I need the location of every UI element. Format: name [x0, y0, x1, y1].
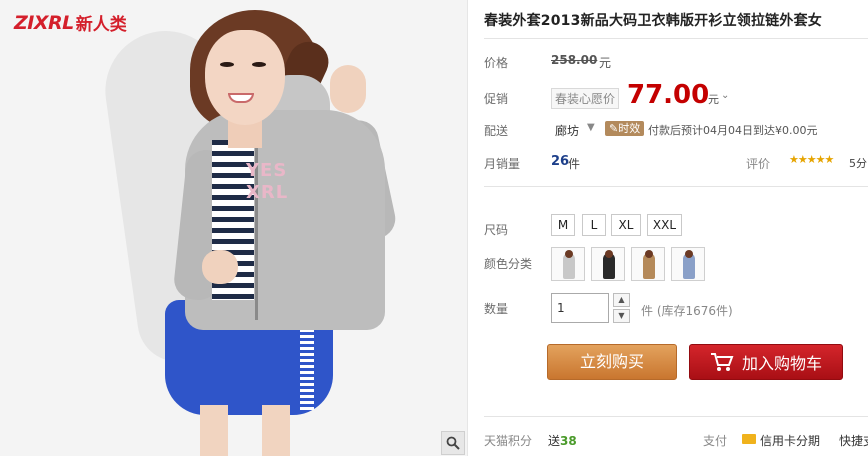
delivery-estimate: 付款后预计04月04日到达¥0.00元 — [648, 124, 818, 137]
monthly-sales-count: 26 — [551, 154, 570, 169]
quantity-decrease-button[interactable]: ▼ — [613, 309, 630, 323]
size-option-m[interactable]: M — [551, 214, 575, 236]
monthly-sales-label: 月销量 — [484, 157, 521, 171]
shipping-city-select[interactable]: 廊坊 — [555, 122, 579, 139]
truck-icon: ✎ — [609, 122, 619, 135]
size-label: 尺码 — [484, 223, 509, 237]
quantity-label: 数量 — [484, 302, 509, 316]
magnifier-icon — [446, 436, 460, 450]
rating-stars-icon[interactable]: ★★★★★ — [789, 153, 834, 166]
jacket-chest-print: YES XRL — [246, 160, 289, 203]
title-divider — [484, 38, 868, 39]
original-price-unit: 元 — [599, 56, 612, 70]
color-label: 颜色分类 — [484, 257, 533, 271]
promo-tag: 春装心愿价 — [551, 88, 620, 109]
credit-card-icon — [742, 434, 756, 444]
swatch-head — [645, 250, 653, 258]
model-hand-raised — [330, 65, 366, 113]
color-swatch-grey[interactable] — [551, 247, 585, 281]
shipping-label: 配送 — [484, 124, 509, 138]
rating-label: 评价 — [746, 157, 771, 171]
color-swatch-blue[interactable] — [671, 247, 705, 281]
jacket-zipper — [255, 130, 258, 320]
price-label: 价格 — [484, 56, 509, 70]
swatch-head — [565, 250, 573, 258]
delivery-time-badge: ✎时效 — [605, 121, 645, 136]
add-to-cart-label: 加入购物车 — [741, 354, 822, 373]
promo-label: 促销 — [484, 92, 509, 106]
model-eye-left — [220, 62, 234, 67]
size-option-l[interactable]: L — [582, 214, 606, 236]
add-to-cart-button[interactable]: 加入购物车 — [689, 344, 843, 380]
model-hand-left — [202, 250, 238, 284]
color-swatch-black[interactable] — [591, 247, 625, 281]
model-leg-right — [262, 405, 290, 456]
credit-installment-link[interactable]: 信用卡分期 — [760, 432, 820, 449]
product-info-panel: 春装外套2013新品大码卫衣韩版开衫立领拉链外套女 价格 258.00 元 促销… — [484, 0, 868, 456]
brand-logo-cn: 新人类 — [75, 15, 127, 35]
original-price: 258.00 — [551, 53, 598, 67]
swatch-head — [605, 250, 613, 258]
info-divider — [484, 186, 868, 187]
brand-logo: ZIXRL 新人类 — [14, 10, 127, 36]
swatch-head — [685, 250, 693, 258]
tmall-points: 送38 — [548, 434, 577, 448]
model-eye-right — [252, 62, 266, 67]
quantity-input[interactable] — [551, 293, 609, 323]
zoom-button[interactable] — [441, 431, 465, 455]
brand-logo-mark: ZIXRL — [14, 11, 74, 34]
tmall-points-label: 天猫积分 — [484, 434, 533, 448]
model-face — [205, 30, 285, 125]
quantity-increase-button[interactable]: ▲ — [613, 293, 630, 307]
size-option-xxl[interactable]: XXL — [647, 214, 682, 236]
color-swatch-khaki[interactable] — [631, 247, 665, 281]
footer-divider — [484, 416, 868, 417]
quick-pay-link[interactable]: 快捷支 — [839, 432, 868, 449]
rating-score[interactable]: 5分 — [849, 155, 867, 171]
cart-icon — [710, 353, 734, 371]
points-value: 38 — [560, 434, 577, 448]
size-option-xl[interactable]: XL — [611, 214, 641, 236]
sale-price-unit: 元 — [708, 93, 719, 106]
product-title: 春装外套2013新品大码卫衣韩版开衫立领拉链外套女 — [484, 13, 822, 29]
stock-count: 件 (库存1676件) — [641, 304, 733, 318]
monthly-sales-unit: 件 — [568, 157, 581, 171]
sale-price: 77.00 — [627, 80, 710, 110]
promo-chevron-down-icon[interactable]: ⌄ — [721, 90, 729, 101]
product-image[interactable]: YES XRL ZIXRL 新人类 — [0, 0, 468, 456]
city-chevron-down-icon[interactable]: ▼ — [587, 122, 595, 133]
payment-label: 支付 — [703, 434, 728, 448]
buy-now-button[interactable]: 立刻购买 — [547, 344, 677, 380]
model-leg-left — [200, 405, 228, 456]
